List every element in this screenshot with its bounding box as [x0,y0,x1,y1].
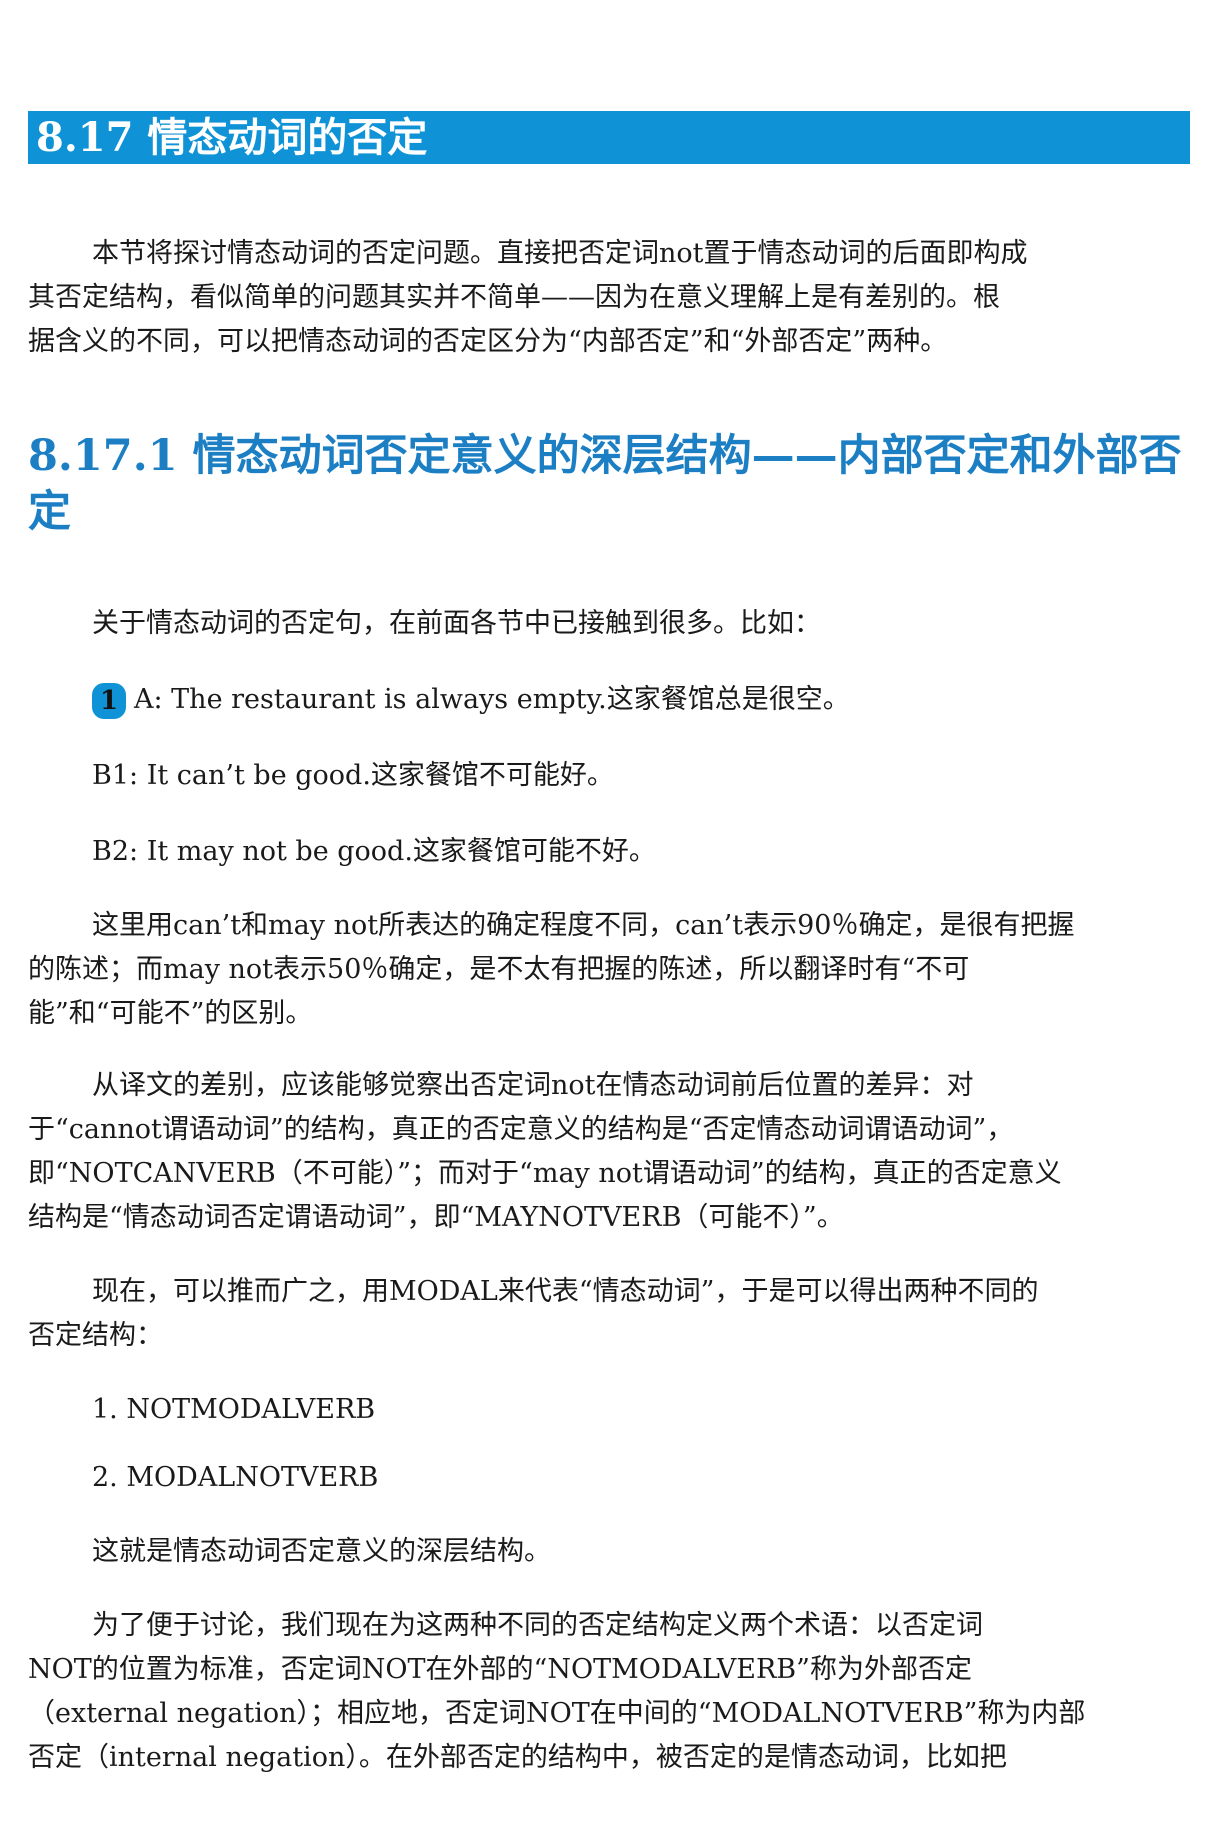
paragraph-terms: 为了便于讨论，我们现在为这两种不同的否定结构定义两个术语：以否定词 NOT的位置… [28,1604,1188,1780]
paragraph-generalize: 现在，可以推而广之，用MODAL来代表“情态动词”，于是可以得出两种不同的 否定… [28,1270,1188,1358]
text-line: 能”和“可能不”的区别。 [28,998,313,1029]
text-line: 据含义的不同，可以把情态动词的否定区分为“内部否定”和“外部否定”两种。 [28,326,948,357]
text-line: 即“NOTCANVERB（不可能）”；而对于“may not谓语动词”的结构，真… [28,1158,1062,1189]
text-line: 其否定结构，看似简单的问题其实并不简单——因为在意义理解上是有差别的。根 [28,282,1000,313]
list-item-1: 1. NOTMODALVERB [92,1394,376,1425]
text-line: 的陈述；而may not表示50％确定，是不太有把握的陈述，所以翻译时有“不可 [28,954,970,985]
example-text: A: The restaurant is always empty.这家餐馆总是… [134,684,850,715]
paragraph-deep-structure: 这就是情态动词否定意义的深层结构。 [92,1536,551,1567]
text-line: （external negation）；相应地，否定词NOT在中间的“MODAL… [28,1698,1086,1729]
paragraph-position-difference: 从译文的差别，应该能够觉察出否定词not在情态动词前后位置的差异：对 于“can… [28,1064,1188,1240]
section-banner: 8.17 情态动词的否定 [28,111,1190,164]
document-page: 8.17 情态动词的否定 本节将探讨情态动词的否定问题。直接把否定词not置于情… [0,0,1207,1828]
example-line-b2: B2: It may not be good.这家餐馆可能不好。 [92,836,656,867]
text-line: 结构是“情态动词否定谓语动词”，即“MAYNOTVERB（可能不）”。 [28,1202,844,1233]
text-line: 为了便于讨论，我们现在为这两种不同的否定结构定义两个术语：以否定词 [92,1610,983,1641]
text-line: 这里用can’t和may not所表达的确定程度不同，can’t表示90％确定，… [92,910,1075,941]
paragraph-certainty: 这里用can’t和may not所表达的确定程度不同，can’t表示90％确定，… [28,904,1188,1036]
subsection-title-line: 定 [28,487,71,537]
example-line-a: 1 A: The restaurant is always empty.这家餐馆总… [92,680,850,720]
text-line: 从译文的差别，应该能够觉察出否定词not在情态动词前后位置的差异：对 [92,1070,974,1101]
example-number-badge: 1 [92,682,126,719]
text-line: 否定结构： [28,1320,163,1351]
text-line: 本节将探讨情态动词的否定问题。直接把否定词not置于情态动词的后面即构成 [92,238,1028,269]
subsection-title-line: 8.17.1 情态动词否定意义的深层结构——内部否定和外部否 [28,431,1182,481]
intro-paragraph: 本节将探讨情态动词的否定问题。直接把否定词not置于情态动词的后面即构成 其否定… [28,232,1188,364]
text-line: 于“cannot谓语动词”的结构，真正的否定意义的结构是“否定情态动词谓语动词”… [28,1114,1014,1145]
paragraph-intro-examples: 关于情态动词的否定句，在前面各节中已接触到很多。比如： [92,608,821,639]
section-title: 8.17 情态动词的否定 [36,114,428,161]
subsection-title: 8.17.1 情态动词否定意义的深层结构——内部否定和外部否 定 [28,428,1193,540]
text-line: 否定（internal negation）。在外部否定的结构中，被否定的是情态动… [28,1742,1007,1773]
text-line: NOT的位置为标准，否定词NOT在外部的“NOTMODALVERB”称为外部否定 [28,1654,972,1685]
list-item-2: 2. MODALNOTVERB [92,1462,379,1493]
example-line-b1: B1: It can’t be good.这家餐馆不可能好。 [92,760,614,791]
text-line: 现在，可以推而广之，用MODAL来代表“情态动词”，于是可以得出两种不同的 [92,1276,1039,1307]
